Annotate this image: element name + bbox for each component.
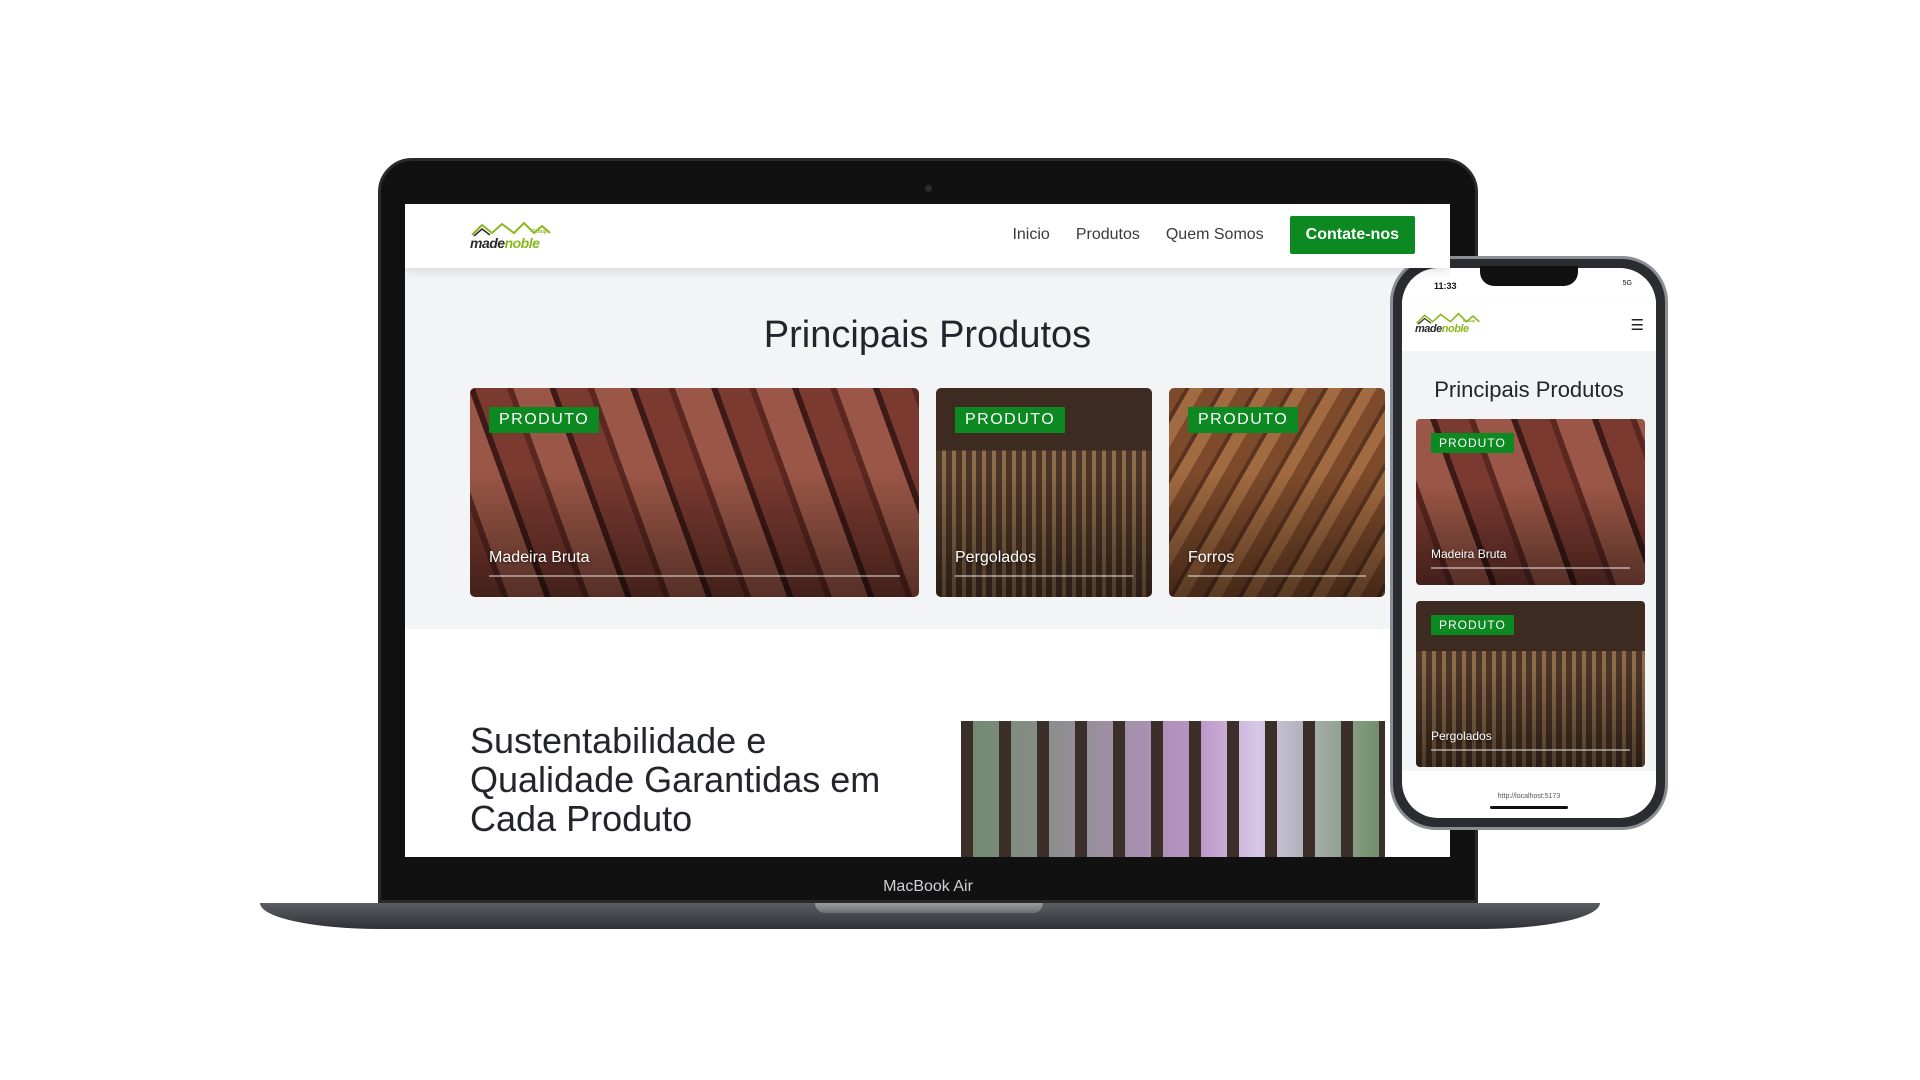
forest-image (961, 721, 1385, 857)
card-divider (955, 575, 1133, 577)
product-card-madeira-bruta[interactable]: PRODUTO Madeira Bruta (470, 388, 919, 597)
nav-link-produtos[interactable]: Produtos (1076, 226, 1140, 244)
mockup-stage: MacBook Air madenoble Group Inicio Produ… (0, 0, 1920, 1080)
laptop-screen: madenoble Group Inicio Produtos Quem Som… (405, 204, 1450, 857)
phone-notch (1480, 266, 1578, 286)
product-label: Madeira Bruta (1431, 547, 1507, 561)
card-divider (489, 575, 900, 577)
contact-button[interactable]: Contate-nos (1289, 216, 1415, 254)
product-badge: PRODUTO (1431, 433, 1514, 453)
products-section-title: Principais Produtos (763, 314, 1092, 356)
product-label: Pergolados (955, 549, 1036, 566)
logo-wordmark: madenoble (470, 235, 540, 251)
phone-site-logo[interactable]: madenoble Group (1415, 312, 1481, 336)
product-label: Pergolados (1431, 729, 1492, 743)
phone-url-bar[interactable]: http://localhost:5173 (1402, 793, 1656, 800)
phone-screen: 11:33 5G madenoble Group ☰ Principais Pr… (1402, 268, 1656, 818)
site-logo[interactable]: madenoble Group (470, 221, 552, 253)
site-navbar: madenoble Group Inicio Produtos Quem Som… (405, 204, 1450, 268)
product-label: Forros (1188, 549, 1235, 566)
logo-tagline: Group (1463, 318, 1475, 323)
nav-link-quem-somos[interactable]: Quem Somos (1166, 226, 1264, 244)
product-badge: PRODUTO (1188, 407, 1299, 433)
laptop-camera (925, 185, 932, 192)
sustainability-title: Sustentabilidade e Qualidade Garantidas … (470, 720, 881, 839)
sustainability-section: Sustentabilidade e Qualidade Garantidas … (405, 629, 1450, 857)
phone-product-card-madeira-bruta[interactable]: PRODUTO Madeira Bruta (1416, 419, 1645, 585)
card-divider (1431, 749, 1630, 751)
nav-link-inicio[interactable]: Inicio (1012, 226, 1049, 244)
product-card-pergolados[interactable]: PRODUTO Pergolados (936, 388, 1152, 597)
card-divider (1431, 567, 1630, 569)
phone-network-status: 5G (1622, 280, 1632, 287)
laptop-hinge-notch (815, 903, 1043, 913)
phone-home-indicator (1490, 806, 1568, 809)
hamburger-menu-icon[interactable]: ☰ (1631, 316, 1644, 334)
product-card-forros[interactable]: PRODUTO Forros (1169, 388, 1385, 597)
phone-clock: 11:33 (1434, 281, 1457, 291)
phone-product-card-pergolados[interactable]: PRODUTO Pergolados (1416, 601, 1645, 767)
product-badge: PRODUTO (489, 407, 600, 433)
nav-links: Inicio Produtos Quem Somos Contate-nos (1012, 216, 1415, 254)
laptop-brand-label: MacBook Air (883, 878, 973, 895)
product-label: Madeira Bruta (489, 549, 590, 566)
phone-products-title: Principais Produtos (1434, 377, 1624, 402)
product-badge: PRODUTO (955, 407, 1066, 433)
product-badge: PRODUTO (1431, 615, 1514, 635)
card-divider (1188, 575, 1366, 577)
logo-wordmark: madenoble (1415, 323, 1469, 335)
logo-tagline: Group (532, 229, 547, 235)
phone-navbar: madenoble Group ☰ (1402, 298, 1656, 351)
phone-page-body: Principais Produtos PRODUTO Madeira Brut… (1402, 351, 1656, 771)
